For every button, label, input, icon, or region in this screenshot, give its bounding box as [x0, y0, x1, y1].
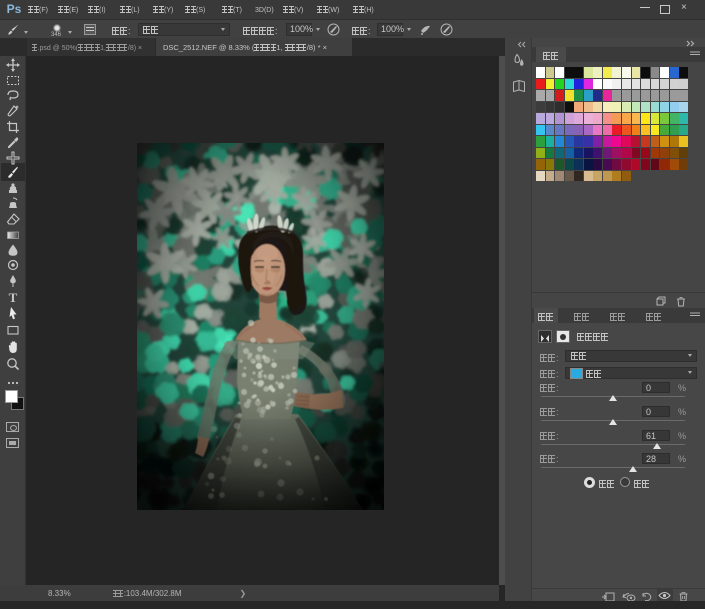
svg-text:T: T: [9, 290, 18, 304]
